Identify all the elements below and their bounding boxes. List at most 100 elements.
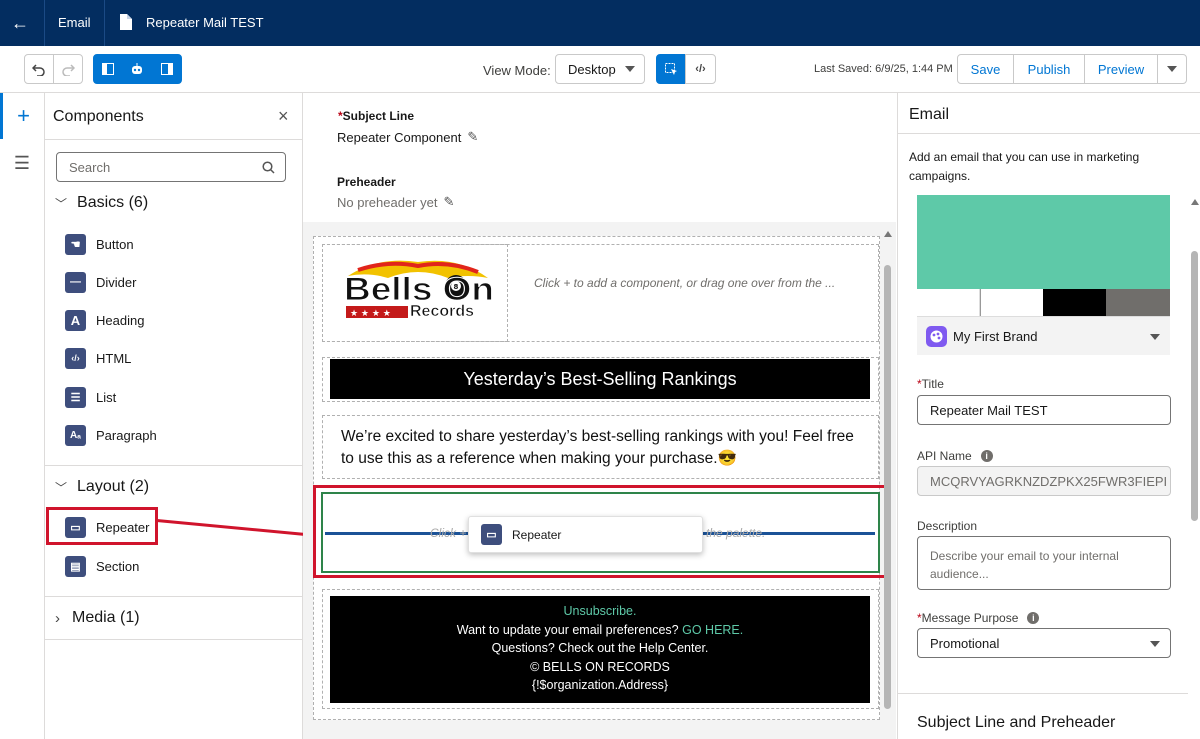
component-list[interactable]: ☰ List [65, 384, 116, 410]
preview-button[interactable]: Preview [1084, 54, 1158, 84]
scrollbar-thumb[interactable] [884, 265, 891, 709]
view-mode-select[interactable]: Desktop [555, 54, 645, 84]
component-repeater[interactable]: ▭ Repeater [65, 514, 149, 540]
components-title: Components [53, 108, 144, 125]
component-button[interactable]: ☚ Button [65, 231, 134, 257]
search-input[interactable]: Search [56, 152, 286, 182]
component-paragraph[interactable]: Aₐ Paragraph [65, 422, 157, 448]
brand-primary-color [917, 195, 1170, 289]
title-field[interactable]: Repeater Mail TEST [917, 395, 1171, 425]
code-view-button[interactable]: ‹/› [685, 54, 716, 84]
brand-kit-icon [926, 325, 947, 347]
description-textarea[interactable]: Describe your email to your internal aud… [917, 536, 1171, 590]
component-section[interactable]: ▤ Section [65, 553, 139, 579]
description-placeholder: Describe your email to your internal aud… [930, 549, 1119, 581]
brand-name: My First Brand [953, 328, 1038, 344]
cursor-select-icon [664, 62, 677, 75]
dragged-component-ghost[interactable]: ▭ Repeater [468, 516, 703, 553]
section-icon: ▤ [65, 555, 86, 577]
message-purpose-select[interactable]: Promotional [917, 628, 1171, 658]
close-icon[interactable]: × [278, 106, 289, 127]
undo-button[interactable] [24, 54, 54, 84]
subject-value: Repeater Component [337, 129, 462, 145]
panel-title: Email [909, 106, 950, 123]
redo-icon [62, 64, 75, 76]
view-mode-value: Desktop [568, 61, 616, 77]
repeater-icon: ▭ [65, 516, 86, 538]
canvas-scrollbar[interactable] [881, 229, 895, 739]
unsubscribe-link[interactable]: Unsubscribe. [330, 602, 870, 621]
panel-description: Add an email that you can use in marketi… [909, 150, 1140, 183]
empty-cell-placeholder[interactable]: Click + to add a component, or drag one … [534, 276, 835, 290]
layout-section-toggle[interactable]: ﹀ Layout (2) [55, 478, 149, 496]
info-icon[interactable]: i [980, 450, 993, 462]
pencil-icon[interactable]: ✎ [467, 129, 478, 145]
repeater-icon: ▭ [481, 524, 502, 545]
ai-assistant-toggle[interactable] [122, 54, 152, 84]
banner-text: Yesterday’s Best-Selling Rankings [463, 368, 737, 389]
title-label: Title [921, 377, 944, 391]
basics-section-toggle[interactable]: ﹀ Basics (6) [55, 194, 148, 212]
left-panel-toggle[interactable] [93, 54, 123, 84]
component-heading[interactable]: A Heading [65, 307, 144, 333]
component-divider[interactable]: — Divider [65, 269, 136, 295]
go-here-link[interactable]: GO HERE. [682, 623, 743, 637]
scroll-up-arrow[interactable] [1191, 199, 1199, 205]
right-panel-toggle[interactable] [151, 54, 182, 84]
subject-section-heading[interactable]: Subject Line and Preheader [917, 714, 1115, 732]
message-purpose-value: Promotional [930, 635, 1000, 651]
title-value: Repeater Mail TEST [930, 402, 1048, 418]
scrollbar-thumb[interactable] [1191, 251, 1198, 521]
more-actions-button[interactable] [1157, 54, 1187, 84]
redo-button[interactable] [53, 54, 83, 84]
document-icon [119, 14, 132, 30]
back-arrow-icon[interactable]: ← [10, 12, 30, 34]
intro-paragraph: We’re excited to share yesterday’s best-… [341, 428, 854, 467]
brand-swatch-1 [917, 289, 980, 316]
logo-text-line1: Bells On [344, 271, 494, 307]
outline-tab[interactable]: ☰ [0, 143, 44, 183]
undo-icon [32, 64, 45, 76]
panel-left-icon [102, 63, 114, 75]
layout-heading: Layout (2) [77, 478, 150, 495]
list-icon: ☰ [13, 152, 31, 173]
address-text: {!$organization.Address} [531, 678, 669, 692]
html-icon: ‹/› [65, 347, 86, 369]
chevron-down-icon [1150, 334, 1160, 340]
svg-text:★ ★ ★ ★: ★ ★ ★ ★ [350, 309, 391, 319]
properties-panel: Email Add an email that you can use in m… [897, 93, 1200, 739]
save-button[interactable]: Save [957, 54, 1014, 84]
plus-icon: + [17, 103, 30, 128]
email-title: Repeater Mail TEST [146, 15, 264, 30]
brand-preview[interactable]: My First Brand [917, 195, 1170, 355]
toolbar: View Mode: Desktop ‹/› Last Saved: 6/9/2… [0, 46, 1200, 93]
description-label: Description [917, 519, 978, 533]
bells-on-records-logo: ★ ★ ★ ★ 8 Bells On Records [338, 256, 496, 324]
message-purpose-label: Message Purpose [921, 611, 1019, 625]
list-icon: ☰ [65, 386, 86, 408]
banner-heading: Yesterday’s Best-Selling Rankings [330, 359, 870, 399]
brand-swatch-2 [980, 289, 1043, 316]
search-icon [262, 161, 275, 174]
component-html[interactable]: ‹/› HTML [65, 345, 131, 371]
add-component-tab[interactable]: + [0, 93, 44, 139]
app-name[interactable]: Email [58, 15, 91, 30]
sunglasses-emoji: 😎 [717, 450, 737, 467]
logo-text-line2: Records [410, 303, 474, 320]
publish-button[interactable]: Publish [1013, 54, 1085, 84]
paragraph-icon: Aₐ [65, 424, 86, 446]
email-footer: Unsubscribe. Want to update your email p… [330, 596, 870, 703]
email-canvas: *Subject Line Repeater Component ✎ Prehe… [303, 93, 896, 739]
pencil-icon[interactable]: ✎ [443, 194, 454, 210]
search-placeholder: Search [69, 159, 111, 175]
divider-icon: — [65, 271, 86, 293]
scroll-up-arrow[interactable] [884, 231, 892, 237]
preferences-text: Want to update your email preferences? [456, 622, 679, 637]
chevron-down-icon: ﹀ [55, 480, 68, 495]
info-icon[interactable]: i [1027, 612, 1040, 624]
select-mode-button[interactable] [656, 54, 686, 84]
panel-scrollbar[interactable] [1189, 193, 1200, 739]
chevron-down-icon: ﹀ [55, 196, 68, 211]
drop-hint-left: Click + [430, 526, 467, 540]
media-section-toggle[interactable]: › Media (1) [55, 609, 140, 627]
